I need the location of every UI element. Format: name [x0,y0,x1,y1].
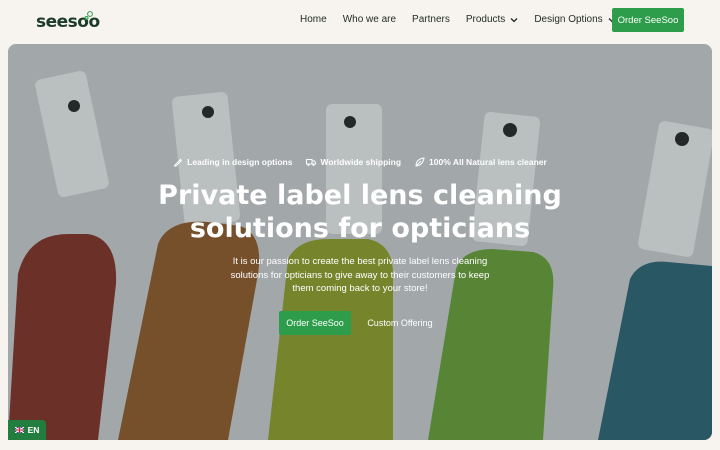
nav-item-label: Products [465,14,506,25]
hero-title-line: solutions for opticians [189,213,531,244]
feature-item: Leading in design options [173,157,292,167]
feature-item: Worldwide shipping [306,157,401,167]
feature-label: Worldwide shipping [320,157,402,167]
feature-item: 100% All Natural lens cleaner [415,157,547,167]
truck-icon [306,159,317,166]
language-switcher[interactable]: EN [8,420,46,440]
nav-item-label: Who we are [342,14,397,25]
hero-order-button[interactable]: Order SeeSoo [279,311,351,335]
nav-item-label: Home [300,14,327,25]
nav-item-products[interactable]: Products [466,14,518,25]
nav-item-partners[interactable]: Partners [412,14,450,25]
nav-item-home[interactable]: Home [300,14,327,25]
top-navbar: seesoo Home Who we are Partners Products… [0,0,720,42]
feature-label: Leading in design options [187,157,293,167]
leaf-icon [415,157,425,167]
nav-item-label: Partners [412,14,450,25]
nav-item-label: Design Options [534,14,603,25]
language-code: EN [27,425,40,435]
feature-label: 100% All Natural lens cleaner [429,157,547,167]
hero-title: Private label lens cleaning solutions fo… [8,179,712,245]
chevron-down-icon [510,17,518,22]
logo-bubbles-icon [84,11,93,20]
hero-section: Leading in design options Worldwide ship… [8,44,712,440]
main-menu: Home Who we are Partners Products Design… [300,14,632,25]
pencil-icon [173,158,183,167]
feature-list: Leading in design options Worldwide ship… [8,157,712,167]
uk-flag-icon [14,427,24,433]
hero-title-line: Private label lens cleaning [158,180,562,211]
custom-offering-button[interactable]: Custom Offering [359,311,441,335]
order-seesoo-button[interactable]: Order SeeSoo [612,8,684,32]
hero-subtitle: It is our passion to create the best pri… [230,256,490,294]
hero-buttons: Order SeeSoo Custom Offering [8,311,712,335]
nav-item-who-we-are[interactable]: Who we are [343,14,396,25]
nav-item-design-options[interactable]: Design Options [534,14,616,25]
